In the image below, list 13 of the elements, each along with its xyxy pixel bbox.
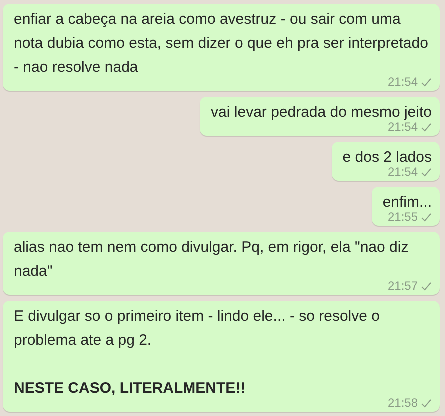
message-time: 21:54	[388, 120, 418, 134]
message-time: 21:54	[388, 165, 418, 179]
message-time: 21:54	[388, 75, 418, 89]
message-text: e dos 2 lados	[342, 148, 432, 168]
message-text: E divulgar so o primeiro item - lindo ele... - so resolve o problema ate a pg 2.	[14, 307, 381, 351]
message-text: NESTE CASO, LITERALMENTE!!	[14, 379, 247, 399]
message-text: enfim...	[382, 193, 432, 212]
message-time: 21:57	[388, 279, 418, 293]
message-time: 21:55	[388, 210, 418, 224]
message-text: enfiar a cabeça na areia como avestruz - ou sair com uma nota dubia como esta, sem dizer o que eh pra ser interpretado - nao resolve nada	[14, 10, 430, 78]
message-text: vai levar pedrada do mesmo jeito	[211, 103, 432, 122]
message-text: alias nao tem nem como divulgar. Pq, em rigor, ela "nao diz nada"	[14, 238, 410, 282]
message-time: 21:58	[388, 396, 418, 410]
